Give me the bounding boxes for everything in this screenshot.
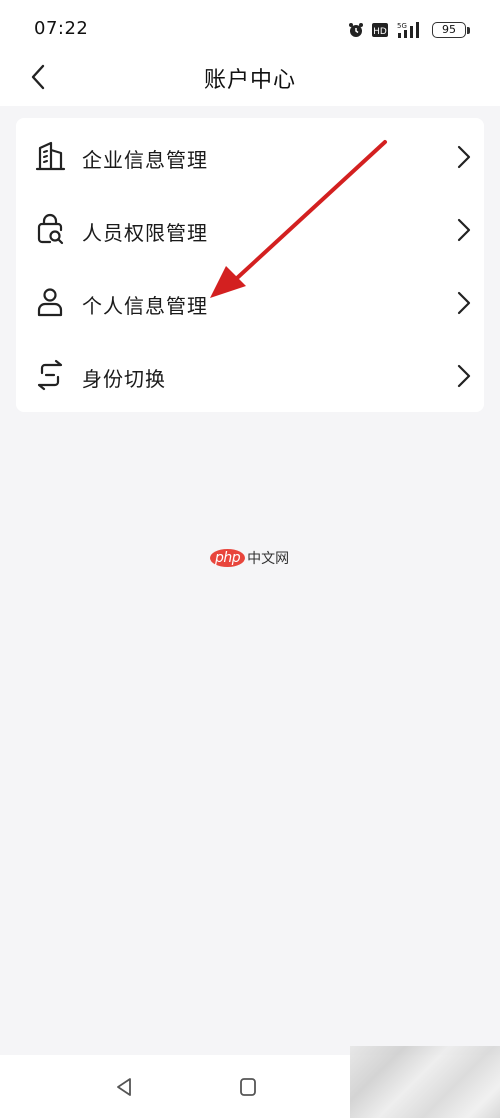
chevron-right-icon	[456, 290, 472, 316]
header: 账户中心	[0, 52, 500, 102]
building-icon	[34, 140, 66, 172]
chevron-right-icon	[456, 217, 472, 243]
nav-back-icon[interactable]	[112, 1075, 136, 1099]
blurred-region	[350, 1046, 500, 1118]
top-area: 07:22 HD 5G 95 账户中心	[0, 0, 500, 106]
hd-icon: HD	[372, 23, 388, 37]
chevron-right-icon	[456, 144, 472, 170]
lock-search-icon	[34, 213, 66, 245]
menu-item-label: 人员权限管理	[82, 221, 208, 245]
menu-item-label: 企业信息管理	[82, 148, 208, 172]
alarm-icon	[348, 22, 364, 38]
user-icon	[34, 286, 66, 318]
watermark-logo: php	[210, 549, 246, 567]
svg-text:HD: HD	[373, 27, 387, 37]
menu-item-permission[interactable]: 人员权限管理	[16, 193, 484, 266]
battery-icon: 95	[432, 22, 470, 38]
watermark-text: 中文网	[247, 551, 290, 567]
menu-item-label: 身份切换	[82, 367, 166, 391]
signal-icon: 5G	[396, 21, 424, 39]
battery-tip	[467, 26, 470, 34]
battery-level: 95	[432, 22, 466, 38]
page-title: 账户中心	[203, 68, 296, 93]
network-label: 5G	[397, 22, 407, 30]
status-bar: 07:22 HD 5G 95	[0, 0, 500, 58]
chevron-right-icon	[456, 363, 472, 389]
screen: 07:22 HD 5G 95 账户中心 企业信息管理 人员权限管理 个人信息管理…	[0, 0, 500, 1118]
status-icons: HD 5G 95	[348, 18, 470, 42]
switch-icon	[34, 359, 66, 391]
menu-item-enterprise-info[interactable]: 企业信息管理	[16, 120, 484, 193]
nav-home-icon[interactable]	[236, 1075, 260, 1099]
watermark: php 中文网	[210, 548, 289, 568]
menu-item-label: 个人信息管理	[82, 294, 208, 318]
menu-item-identity-switch[interactable]: 身份切换	[16, 339, 484, 412]
menu-item-personal-info[interactable]: 个人信息管理	[16, 266, 484, 339]
status-time: 07:22	[34, 18, 89, 39]
menu-card: 企业信息管理 人员权限管理 个人信息管理 身份切换	[16, 118, 484, 412]
